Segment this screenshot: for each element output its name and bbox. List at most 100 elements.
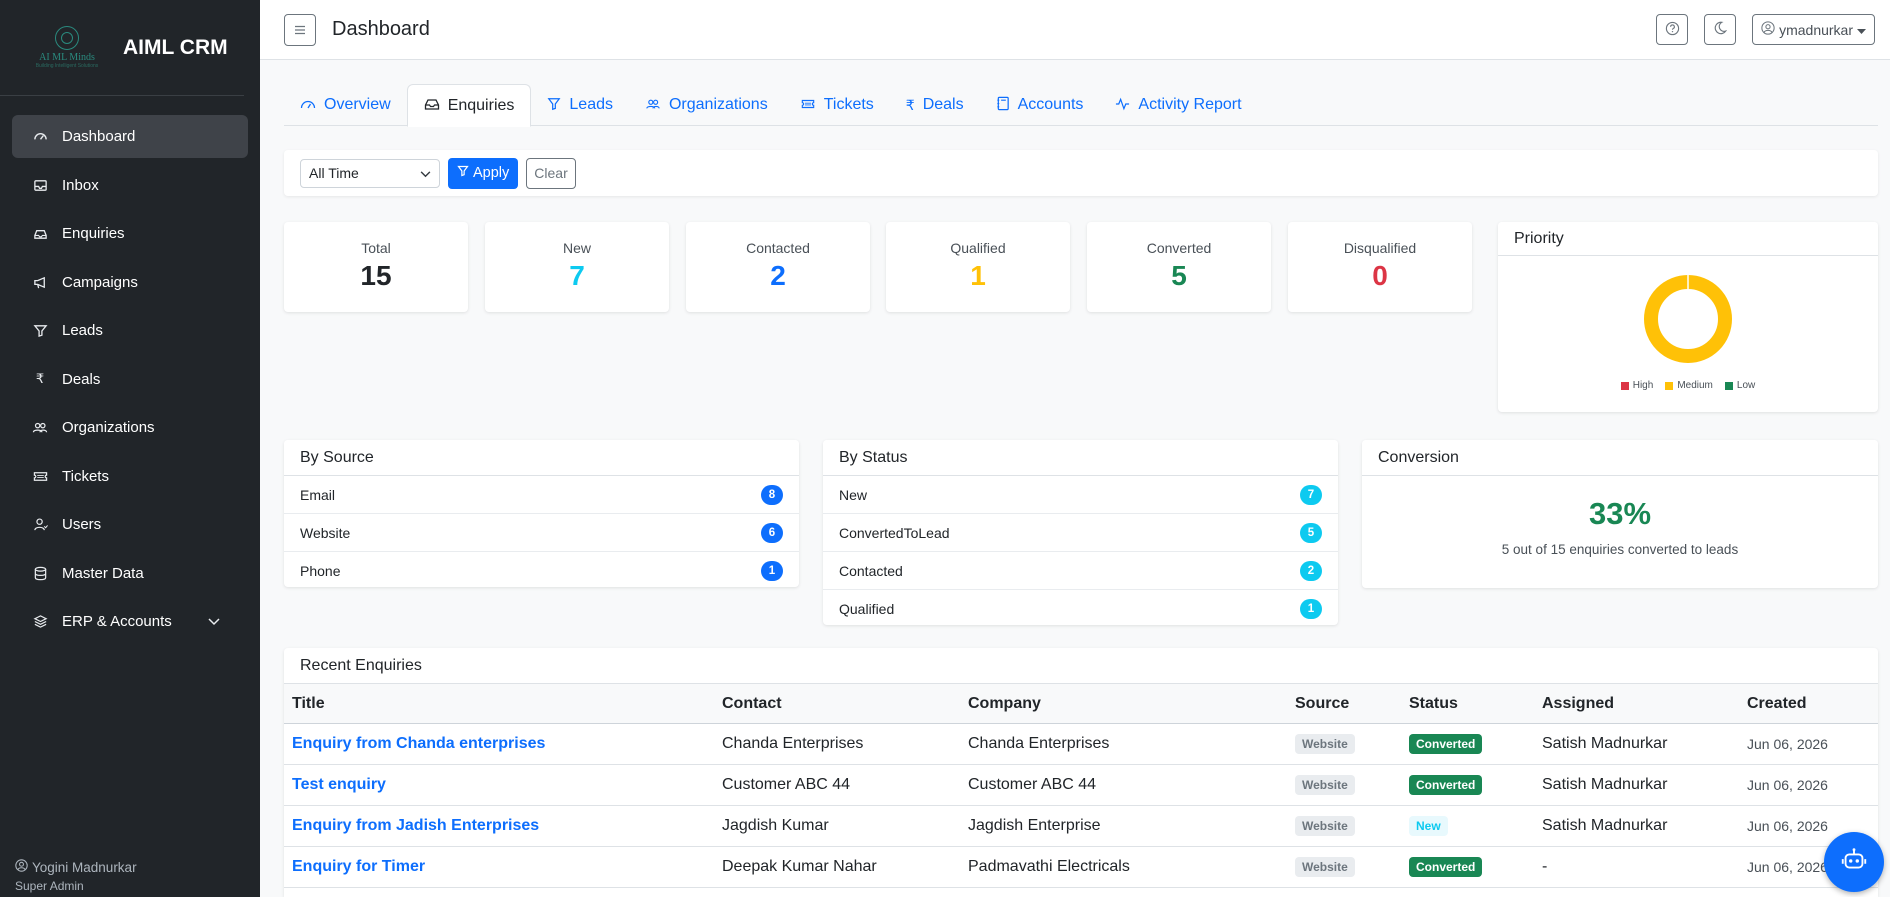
column-header-created[interactable]: Created [1739, 683, 1878, 724]
sidebar-item-label: Organizations [62, 419, 155, 436]
cell-contact: Chanda Enterprises [714, 723, 960, 765]
user-menu-button[interactable]: ymadnurkar [1752, 14, 1875, 45]
sidebar-item-dashboard[interactable]: Dashboard [12, 115, 248, 158]
page-title: Dashboard [332, 18, 430, 40]
card-title: Conversion [1362, 440, 1878, 476]
username: ymadnurkar [1779, 21, 1853, 38]
stat-value: 7 [569, 260, 585, 291]
sidebar-user: Yogini Madnurkar Super Admin [15, 859, 137, 893]
card-title: Priority [1498, 222, 1878, 256]
brand-logo[interactable]: AI ML Minds Building Intelligent Solutio… [30, 18, 104, 78]
status-badge: Converted [1409, 857, 1483, 877]
card-title: By Status [823, 440, 1338, 476]
cell-assigned: Satish Madnurkar [1534, 805, 1739, 847]
tab-leads[interactable]: Leads [531, 84, 629, 126]
sidebar-item-erp-accounts[interactable]: ERP & Accounts [12, 600, 248, 643]
sidebar-item-deals[interactable]: ₹ Deals [12, 358, 248, 401]
list-item: Email 8 [284, 476, 799, 514]
tab-overview[interactable]: Overview [284, 84, 407, 126]
funnel-icon [547, 97, 561, 114]
status-label: Qualified [839, 601, 895, 617]
apply-label: Apply [473, 165, 510, 181]
tab-label: Tickets [823, 96, 874, 113]
cell-company: Jagdish Enterprise [960, 805, 1287, 847]
cell-title: Enquiry from Chanda enterprises [284, 723, 714, 765]
sidebar-item-organizations[interactable]: Organizations [12, 406, 248, 449]
tab-enquiries[interactable]: Enquiries [406, 84, 532, 127]
stat-value: 1 [970, 260, 986, 291]
count-badge: 1 [761, 561, 783, 581]
count-badge: 6 [761, 522, 783, 543]
enquiry-link[interactable]: Enquiry from Chanda enterprises [292, 735, 545, 752]
column-header-source[interactable]: Source [1287, 683, 1401, 724]
cell-title: Test enquiry [284, 764, 714, 806]
column-header-assigned[interactable]: Assigned [1534, 683, 1739, 724]
tab-tickets[interactable]: Tickets [784, 84, 890, 126]
apply-button[interactable]: Apply [448, 157, 519, 189]
cell-company: Padmavathi Electricals [960, 846, 1287, 888]
chevron-down-icon[interactable] [208, 615, 220, 629]
stat-label: Contacted [746, 240, 810, 256]
clear-button[interactable]: Clear [526, 157, 576, 189]
table-header-row: Title Contact Company Source Status Assi… [284, 683, 1878, 724]
cell-contact: Deepak Kumar Nahar [714, 846, 960, 888]
tab-label: Overview [324, 96, 391, 113]
filter-bar: All Time Apply Clear [284, 150, 1878, 196]
sidebar-item-leads[interactable]: Leads [12, 309, 248, 352]
recent-enquiries-card: Recent Enquiries Title Contact Company S… [284, 648, 1878, 897]
table-row[interactable]: Enquiry from Jadish Enterprises Jagdish … [284, 805, 1878, 847]
period-select[interactable]: All Time [300, 158, 440, 188]
donut-slice-medium[interactable] [1644, 275, 1732, 363]
hamburger-icon [294, 22, 306, 38]
question-circle-icon [1665, 21, 1680, 39]
cell-assigned: Satish Madnurkar [1534, 764, 1739, 806]
sidebar-item-inbox[interactable]: Inbox [12, 164, 248, 207]
tab-accounts[interactable]: Accounts [980, 84, 1100, 126]
theme-toggle-button[interactable] [1704, 14, 1737, 45]
table-row[interactable]: Enquiry from Chanda enterprises Chanda E… [284, 723, 1878, 765]
sidebar-item-master-data[interactable]: Master Data [12, 552, 248, 595]
sidebar-item-tickets[interactable]: Tickets [12, 455, 248, 498]
tab-organizations[interactable]: Organizations [629, 84, 784, 126]
column-header-status[interactable]: Status [1401, 683, 1534, 724]
enquiry-link[interactable]: Enquiry for Timer [292, 858, 425, 875]
legend-label: Low [1736, 380, 1756, 391]
card-title: By Source [284, 440, 799, 476]
priority-donut-chart[interactable] [1633, 264, 1743, 374]
list-item: Qualified 1 [823, 590, 1338, 628]
sidebar-item-users[interactable]: Users [12, 503, 248, 546]
tab-deals[interactable]: ₹ Deals [890, 84, 980, 126]
sidebar-user-name: Yogini Madnurkar [32, 859, 137, 875]
help-button[interactable] [1656, 14, 1689, 45]
cell-assigned: Satish Madnurkar [1534, 723, 1739, 765]
clear-label: Clear [534, 165, 568, 181]
chatbot-button[interactable] [1824, 832, 1884, 892]
conversion-percent: 33% [1588, 496, 1652, 531]
list-item: Phone 1 [284, 552, 799, 590]
tab-activity-report[interactable]: Activity Report [1099, 84, 1257, 126]
funnel-icon [32, 323, 48, 339]
legend-item-low[interactable]: Low [1724, 380, 1756, 391]
stack-icon [32, 614, 48, 630]
column-header-company[interactable]: Company [960, 683, 1287, 724]
count-badge: 5 [1300, 522, 1322, 543]
sidebar-item-label: Leads [62, 322, 103, 339]
column-header-contact[interactable]: Contact [714, 683, 960, 724]
topbar-actions: ymadnurkar [1656, 14, 1875, 45]
enquiry-link[interactable]: Test enquiry [292, 776, 386, 793]
table-row[interactable]: Test enquiry Customer ABC 44 Customer AB… [284, 764, 1878, 806]
sidebar-item-enquiries[interactable]: Enquiries [12, 212, 248, 255]
legend-item-medium[interactable]: Medium [1665, 380, 1713, 391]
rupee-icon: ₹ [905, 96, 915, 113]
enquiry-link[interactable]: Enquiry from Jadish Enterprises [292, 817, 539, 834]
source-badge: Website [1295, 857, 1355, 877]
table-row[interactable]: Enquiry for Timer Deepak Kumar Nahar Pad… [284, 846, 1878, 888]
menu-toggle-button[interactable] [284, 13, 316, 46]
cell-title: Enquiry from Jadish Enterprises [284, 805, 714, 847]
sidebar-item-campaigns[interactable]: Campaigns [12, 261, 248, 304]
user-circle-icon [1761, 21, 1775, 38]
status-badge: Converted [1409, 775, 1483, 795]
source-label: Email [300, 486, 336, 503]
legend-item-high[interactable]: High [1620, 380, 1653, 391]
column-header-title[interactable]: Title [284, 683, 714, 724]
